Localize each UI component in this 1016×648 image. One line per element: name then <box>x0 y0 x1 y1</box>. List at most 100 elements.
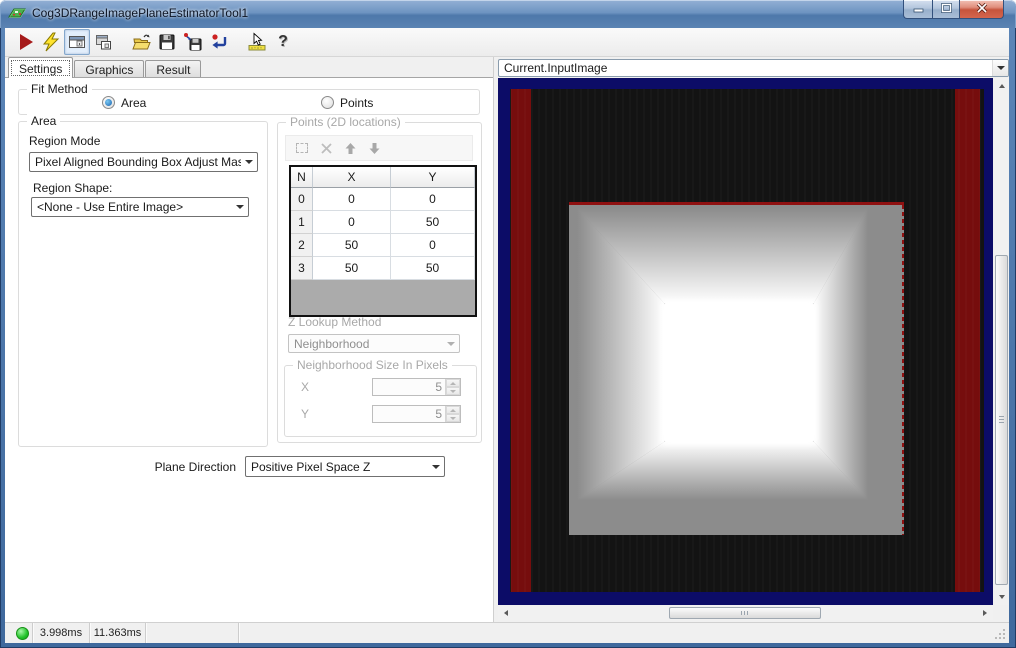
spin-down-icon <box>450 416 456 420</box>
neighborhood-x-spinner[interactable]: 5 <box>372 378 461 396</box>
status-led-panel <box>5 623 33 643</box>
tool-cursor-icon <box>248 32 266 51</box>
status-led-icon <box>16 626 29 640</box>
delete-point-icon <box>320 142 332 154</box>
run-button[interactable] <box>12 29 38 55</box>
help-button[interactable]: ? <box>270 29 296 55</box>
spin-down-button[interactable] <box>446 414 460 422</box>
settings-pane: Settings Graphics Result Fit Method Area… <box>5 57 493 622</box>
area-group: Area Region Mode Pixel Aligned Bounding … <box>18 114 268 447</box>
spin-down-button[interactable] <box>446 387 460 395</box>
move-up-button[interactable] <box>338 137 362 159</box>
plane-direction-combobox[interactable]: Positive Pixel Space Z <box>245 456 445 477</box>
vertical-scrollbar-thumb[interactable] <box>995 255 1008 585</box>
add-point-button[interactable] <box>290 137 314 159</box>
spin-up-button[interactable] <box>446 406 460 414</box>
pin-results-window-button[interactable] <box>64 29 90 55</box>
range-image-display[interactable] <box>498 78 993 605</box>
row-header[interactable]: 1 <box>291 211 313 234</box>
neighborhood-y-label: Y <box>301 407 310 421</box>
caption-buttons <box>903 0 1004 19</box>
fit-method-group: Fit Method Area Points <box>18 82 480 115</box>
square-right-red-edge <box>902 205 904 535</box>
z-lookup-method-combobox[interactable]: Neighborhood <box>288 334 460 353</box>
image-source-combobox[interactable]: Current.InputImage <box>498 59 1009 77</box>
neighborhood-y-value: 5 <box>435 407 442 421</box>
close-button[interactable] <box>959 0 1004 19</box>
vertical-scrollbar[interactable] <box>994 78 1009 605</box>
run-continuous-button[interactable] <box>38 29 64 55</box>
client-area: ? Settings Graphics Result Fit Method Ar… <box>5 28 1009 643</box>
chevron-down-icon <box>232 198 248 216</box>
fit-method-points-radio[interactable] <box>321 96 334 109</box>
image-display-pane: Current.InputImage <box>493 57 1009 622</box>
status-bar: 3.998ms 11.363ms <box>5 622 1009 643</box>
open-file-button[interactable] <box>128 29 154 55</box>
scroll-left-button[interactable] <box>498 606 514 620</box>
minimize-button[interactable] <box>903 0 932 19</box>
points-table-header[interactable]: Y <box>391 167 475 188</box>
delete-point-button[interactable] <box>314 137 338 159</box>
tab-settings[interactable]: Settings <box>8 57 74 78</box>
close-icon <box>976 2 988 16</box>
table-cell[interactable]: 50 <box>313 234 391 257</box>
tool-cursor-button[interactable] <box>244 29 270 55</box>
title-bar[interactable]: Cog3DRangeImagePlaneEstimatorTool1 <box>0 0 1016 28</box>
reset-icon <box>212 34 227 49</box>
table-cell[interactable]: 0 <box>313 211 391 234</box>
image-source-value: Current.InputImage <box>504 61 608 75</box>
table-cell[interactable]: 0 <box>313 188 391 211</box>
maximize-button[interactable] <box>932 0 959 19</box>
app-window: Cog3DRangeImagePlaneEstimatorTool1 ? Set… <box>0 0 1016 648</box>
points-group-label: Points (2D locations) <box>286 115 405 129</box>
status-empty-panel <box>239 623 1009 643</box>
arrow-left-icon <box>504 610 508 616</box>
points-table-header[interactable]: N <box>291 167 313 188</box>
fit-method-label: Fit Method <box>27 82 92 96</box>
square-top-red-edge <box>569 202 904 205</box>
run-continuous-icon <box>42 32 60 52</box>
scroll-right-button[interactable] <box>977 606 993 620</box>
table-cell[interactable]: 50 <box>313 257 391 280</box>
reset-button[interactable] <box>206 29 232 55</box>
scroll-up-button[interactable] <box>994 78 1009 94</box>
minimize-icon <box>913 2 924 16</box>
tab-result[interactable]: Result <box>145 60 202 77</box>
region-mode-value: Pixel Aligned Bounding Box Adjust Mask <box>35 155 241 169</box>
spin-up-icon <box>450 408 456 412</box>
scroll-down-button[interactable] <box>994 589 1009 605</box>
spin-down-icon <box>450 389 456 393</box>
plane-direction-value: Positive Pixel Space Z <box>251 459 371 474</box>
points-table-header[interactable]: X <box>313 167 391 188</box>
save-as-button[interactable] <box>180 29 206 55</box>
open-file-icon <box>132 34 151 50</box>
float-window-button[interactable] <box>90 29 116 55</box>
neighborhood-size-label: Neighborhood Size In Pixels <box>293 358 452 372</box>
table-cell[interactable]: 0 <box>391 188 475 211</box>
fit-method-area-radio[interactable] <box>102 96 115 109</box>
row-header[interactable]: 2 <box>291 234 313 257</box>
horizontal-scrollbar-thumb[interactable] <box>669 607 821 619</box>
region-mode-combobox[interactable]: Pixel Aligned Bounding Box Adjust Mask <box>29 152 258 172</box>
spinner-buttons <box>445 406 460 422</box>
move-down-button[interactable] <box>362 137 386 159</box>
region-shape-value: <None - Use Entire Image> <box>37 200 184 214</box>
table-cell[interactable]: 0 <box>391 234 475 257</box>
table-cell[interactable]: 50 <box>391 211 475 234</box>
row-header[interactable]: 3 <box>291 257 313 280</box>
table-cell[interactable]: 50 <box>391 257 475 280</box>
neighborhood-y-spinner[interactable]: 5 <box>372 405 461 423</box>
pyramid-plateau <box>664 303 814 442</box>
neighborhood-size-group: Neighborhood Size In Pixels X 5 Y 5 <box>284 358 477 437</box>
save-button[interactable] <box>154 29 180 55</box>
points-toolbar <box>285 135 473 161</box>
horizontal-scrollbar[interactable] <box>498 606 993 620</box>
resize-grip[interactable] <box>993 627 1007 641</box>
settings-tab-page: Fit Method Area Points Area Region Mode … <box>6 78 492 622</box>
save-as-icon <box>184 33 202 51</box>
tab-graphics[interactable]: Graphics <box>74 60 145 77</box>
move-down-icon <box>369 142 379 154</box>
region-shape-combobox[interactable]: <None - Use Entire Image> <box>31 197 249 217</box>
spin-up-button[interactable] <box>446 379 460 387</box>
row-header[interactable]: 0 <box>291 188 313 211</box>
